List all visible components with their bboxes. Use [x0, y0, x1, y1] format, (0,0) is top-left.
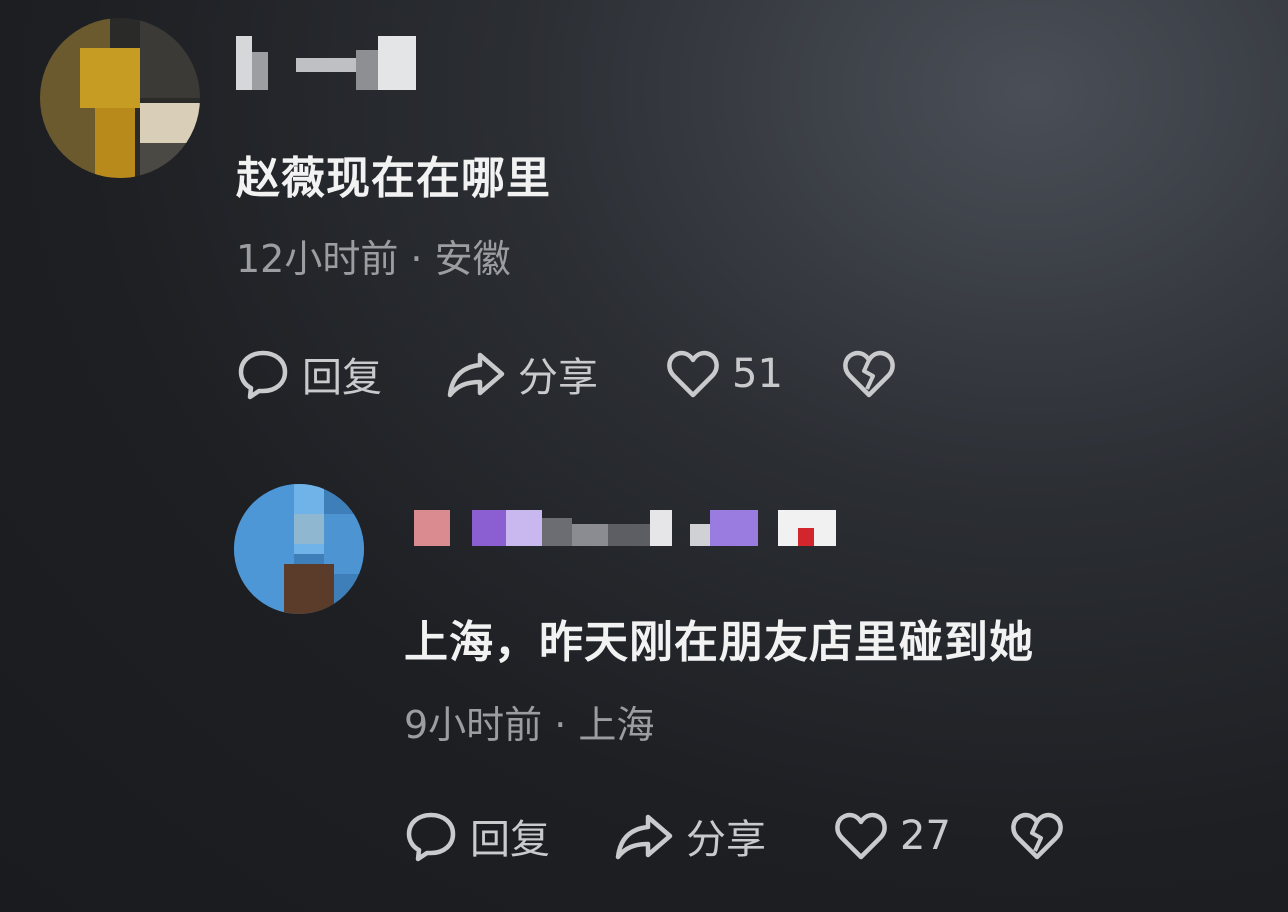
reply-label: 回复 — [302, 355, 382, 401]
avatar-pixel — [140, 143, 200, 178]
comment-2: 上海，昨天刚在朋友店里碰到她 9小时前 · 上海 回复 分享 27 — [0, 440, 1288, 912]
username-pixel — [650, 510, 672, 546]
username-pixel — [710, 510, 758, 546]
username-pixel — [506, 510, 542, 546]
username-pixel — [472, 510, 506, 546]
like-count: 27 — [900, 813, 951, 859]
username-pixel — [414, 510, 450, 546]
username-pixel — [542, 518, 572, 546]
username-pixel — [252, 52, 268, 90]
username-pixel — [296, 58, 356, 72]
like-button[interactable]: 51 — [666, 349, 842, 399]
comment-actions: 回复 分享 51 — [236, 346, 896, 402]
avatar-pixel — [294, 514, 324, 544]
comment-1: 赵薇现在在哪里 12小时前 · 安徽 回复 分享 51 — [0, 0, 1288, 440]
dislike-button[interactable] — [842, 349, 896, 399]
comment-actions: 回复 分享 27 — [404, 808, 1064, 864]
broken-heart-icon — [1010, 811, 1064, 861]
username-pixel — [690, 524, 710, 546]
share-label: 分享 — [686, 817, 766, 863]
share-label: 分享 — [518, 355, 598, 401]
heart-icon — [834, 811, 888, 861]
dislike-button[interactable] — [1010, 811, 1064, 861]
comment-meta: 9小时前 · 上海 — [404, 703, 655, 747]
username-pixel — [608, 524, 650, 546]
username-pixel — [798, 528, 814, 546]
broken-heart-icon — [842, 349, 896, 399]
reply-button[interactable]: 回复 — [404, 807, 614, 865]
avatar-pixel — [95, 108, 135, 178]
username-redacted[interactable] — [414, 510, 836, 550]
avatar-pixel — [140, 18, 200, 98]
username-pixel — [236, 36, 252, 90]
share-arrow-icon — [446, 347, 506, 401]
like-button[interactable]: 27 — [834, 811, 1010, 861]
avatar-pixel — [284, 564, 334, 614]
reply-bubble-icon — [404, 809, 458, 863]
reply-label: 回复 — [470, 817, 550, 863]
share-arrow-icon — [614, 809, 674, 863]
reply-button[interactable]: 回复 — [236, 345, 446, 403]
heart-icon — [666, 349, 720, 399]
avatar[interactable] — [234, 484, 364, 614]
username-pixel — [572, 524, 608, 546]
like-count: 51 — [732, 351, 783, 397]
reply-bubble-icon — [236, 347, 290, 401]
share-button[interactable]: 分享 — [614, 807, 834, 865]
comment-meta: 12小时前 · 安徽 — [236, 237, 511, 281]
username-pixel — [356, 50, 378, 90]
username-pixel — [378, 36, 416, 90]
share-button[interactable]: 分享 — [446, 345, 666, 403]
avatar-pixel — [80, 48, 140, 108]
avatar-pixel — [140, 103, 200, 143]
avatar[interactable] — [40, 18, 200, 178]
comment-text: 赵薇现在在哪里 — [236, 153, 551, 204]
username-redacted[interactable] — [236, 36, 416, 90]
comment-text: 上海，昨天刚在朋友店里碰到她 — [404, 617, 1034, 668]
